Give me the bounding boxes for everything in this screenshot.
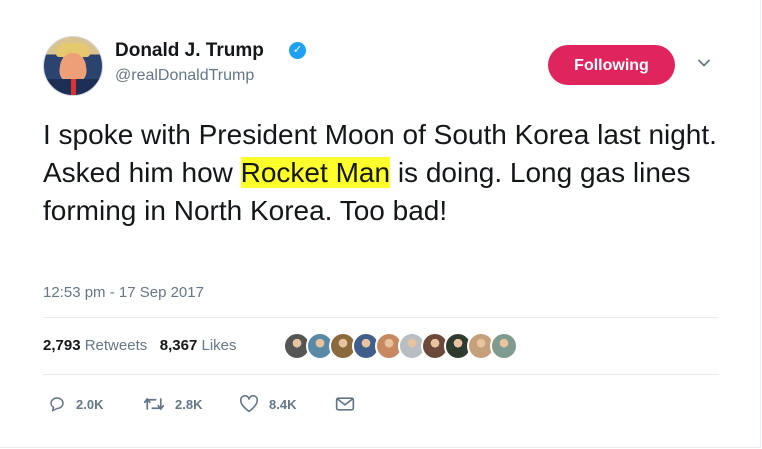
chevron-down-icon[interactable] (697, 56, 711, 70)
avatar-face (60, 53, 86, 81)
like-count: 8.4K (269, 396, 297, 412)
retweet-count: 2.8K (175, 396, 203, 412)
author-handle[interactable]: @realDonaldTrump (115, 67, 254, 85)
envelope-icon (335, 397, 355, 411)
liker-avatar[interactable] (490, 332, 518, 360)
divider (43, 317, 719, 318)
tweet-timestamp[interactable]: 12:53 pm - 17 Sep 2017 (43, 284, 204, 301)
likes-label[interactable]: Likes (201, 337, 236, 354)
following-button[interactable]: Following (548, 45, 675, 85)
author-avatar[interactable] (43, 36, 103, 96)
tweet-card: Donald J. Trump ✓ @realDonaldTrump Follo… (0, 0, 761, 448)
retweets-label[interactable]: Retweets (85, 337, 148, 354)
reply-count: 2.0K (76, 396, 104, 412)
avatar-tie (71, 79, 76, 95)
tweet-text: I spoke with President Moon of South Kor… (43, 116, 733, 230)
divider (43, 374, 719, 375)
like-action[interactable]: 8.4K (239, 393, 296, 415)
retweet-icon (143, 398, 165, 410)
engagement-stats: 2,793 Retweets 8,367 Likes (43, 337, 237, 354)
direct-message-action[interactable] (335, 393, 355, 415)
verified-badge-icon: ✓ (289, 42, 306, 59)
highlighted-text: Rocket Man (240, 157, 391, 188)
retweet-action[interactable]: 2.8K (143, 393, 202, 415)
author-name[interactable]: Donald J. Trump (115, 40, 264, 62)
likes-count[interactable]: 8,367 (160, 337, 198, 354)
retweets-count[interactable]: 2,793 (43, 337, 81, 354)
reply-icon (50, 397, 64, 412)
reply-action[interactable]: 2.0K (48, 393, 103, 415)
heart-icon (239, 395, 259, 413)
